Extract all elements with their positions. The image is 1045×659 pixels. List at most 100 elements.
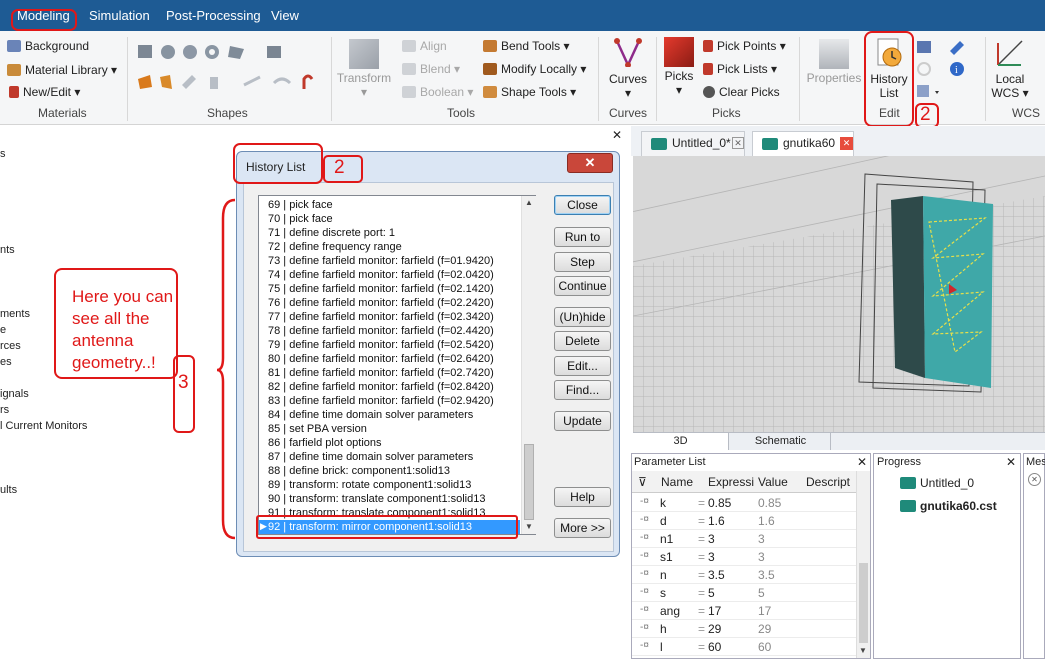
list-item[interactable]: 70 | pick face (268, 212, 520, 226)
menu-post-processing[interactable]: Post-Processing (166, 8, 261, 23)
picks-button[interactable]: Picks ▾ (661, 37, 697, 97)
list-item[interactable]: 89 | transform: rotate component1:solid1… (268, 478, 520, 492)
shapes-icons[interactable] (134, 41, 324, 103)
list-item[interactable]: 80 | define farfield monitor: farfield (… (268, 352, 520, 366)
progress-close-icon[interactable]: ✕ (1006, 455, 1016, 469)
clear-messages-icon[interactable]: ✕ (1028, 473, 1041, 486)
tree-item[interactable]: rces (0, 340, 21, 352)
list-item[interactable]: 85 | set PBA version (268, 422, 520, 436)
properties-button[interactable]: Properties (804, 39, 864, 85)
tree-item[interactable]: ults (0, 484, 17, 496)
tree-item[interactable]: ignals (0, 388, 29, 400)
background-button[interactable]: Background (7, 39, 89, 53)
continue-button[interactable]: Continue (554, 276, 611, 296)
list-item[interactable]: 83 | define farfield monitor: farfield (… (268, 394, 520, 408)
progress-item-gnutika60[interactable]: gnutika60.cst (900, 499, 997, 513)
boolean-button[interactable]: Boolean ▾ (402, 85, 473, 99)
tab-gnutika60[interactable]: gnutika60 ✕ (752, 131, 854, 156)
shape-tools-button[interactable]: Shape Tools ▾ (483, 85, 576, 99)
table-row[interactable]: -¤ k = 0.85 0.85 (632, 494, 856, 512)
blend-button[interactable]: Blend ▾ (402, 62, 460, 76)
update-button[interactable]: Update (554, 411, 611, 431)
list-item[interactable]: 86 | farfield plot options (268, 436, 520, 450)
modify-locally-button[interactable]: Modify Locally ▾ (483, 62, 586, 76)
table-row[interactable]: -¤ s = 5 5 (632, 584, 856, 602)
edit-button[interactable]: Edit... (554, 356, 611, 376)
tree-item[interactable]: l Current Monitors (0, 420, 87, 432)
tree-item[interactable]: ments (0, 308, 30, 320)
list-item[interactable]: 79 | define farfield monitor: farfield (… (268, 338, 520, 352)
tab-3d[interactable]: 3D (633, 433, 729, 450)
list-item[interactable]: 69 | pick face (268, 198, 520, 212)
column-header-value[interactable]: Value (758, 475, 788, 489)
tree-item[interactable]: nts (0, 244, 15, 256)
history-list-scrollbar[interactable]: ▲ ▼ (521, 196, 536, 534)
pick-lists-button[interactable]: Pick Lists ▾ (703, 62, 777, 76)
column-header-name[interactable]: Name (661, 475, 693, 489)
tree-item[interactable]: e (0, 324, 6, 336)
list-item[interactable]: 72 | define frequency range (268, 240, 520, 254)
progress-item-untitled[interactable]: Untitled_0 (900, 476, 974, 490)
scroll-thumb[interactable] (524, 444, 534, 520)
parameter-list-close-icon[interactable]: ✕ (857, 455, 867, 469)
transform-button[interactable]: Transform ▾ (334, 39, 394, 99)
tree-item[interactable]: s (0, 148, 6, 160)
help-button[interactable]: Help (554, 487, 611, 507)
list-item[interactable]: 90 | transform: translate component1:sol… (268, 492, 520, 506)
table-row[interactable]: -¤ l = 60 60 (632, 638, 856, 656)
clear-picks-button[interactable]: Clear Picks (703, 85, 780, 99)
pick-points-button[interactable]: Pick Points ▾ (703, 39, 786, 53)
list-item[interactable]: 88 | define brick: component1:solid13 (268, 464, 520, 478)
list-item[interactable]: 87 | define time domain solver parameter… (268, 450, 520, 464)
tree-close-icon[interactable]: ✕ (612, 128, 622, 142)
material-library-button[interactable]: Material Library ▾ (7, 63, 117, 77)
parameter-scrollbar[interactable]: ▼ (856, 471, 870, 658)
dialog-close-button[interactable]: ✕ (567, 153, 613, 173)
list-item[interactable]: 77 | define farfield monitor: farfield (… (268, 310, 520, 324)
list-item[interactable]: 75 | define farfield monitor: farfield (… (268, 282, 520, 296)
menu-simulation[interactable]: Simulation (89, 8, 150, 23)
curves-button[interactable]: Curves ▾ (606, 37, 650, 100)
scroll-down-icon[interactable]: ▼ (525, 522, 533, 531)
local-wcs-button[interactable]: Local WCS ▾ (990, 37, 1030, 100)
column-header-expression[interactable]: Expressi (708, 475, 754, 489)
column-header-description[interactable]: Descript (806, 475, 850, 489)
list-item[interactable]: 71 | define discrete port: 1 (268, 226, 520, 240)
list-item[interactable]: 84 | define time domain solver parameter… (268, 408, 520, 422)
filter-icon[interactable]: ⊽ (638, 475, 647, 489)
new-edit-material-button[interactable]: New/Edit ▾ (9, 85, 80, 99)
tree-item[interactable]: es (0, 356, 12, 368)
list-item[interactable]: 81 | define farfield monitor: farfield (… (268, 366, 520, 380)
step-button[interactable]: Step (554, 252, 611, 272)
list-item[interactable]: 74 | define farfield monitor: farfield (… (268, 268, 520, 282)
edit-small-icons[interactable] (915, 39, 945, 101)
table-row[interactable]: -¤ n1 = 3 3 (632, 530, 856, 548)
unhide-button[interactable]: (Un)hide (554, 307, 611, 327)
list-item[interactable]: 73 | define farfield monitor: farfield (… (268, 254, 520, 268)
find-button[interactable]: Find... (554, 380, 611, 400)
list-item[interactable]: 82 | define farfield monitor: farfield (… (268, 380, 520, 394)
table-row[interactable]: -¤ ang = 17 17 (632, 602, 856, 620)
tab-untitled[interactable]: Untitled_0* ✕ (641, 131, 745, 156)
history-list[interactable]: 69 | pick face 70 | pick face 71 | defin… (258, 195, 536, 535)
scroll-thumb[interactable] (859, 563, 868, 643)
bend-tools-button[interactable]: Bend Tools ▾ (483, 39, 570, 53)
close-button[interactable]: Close (554, 195, 611, 215)
menu-view[interactable]: View (271, 8, 299, 23)
delete-button[interactable]: Delete (554, 331, 611, 351)
tab-close-icon[interactable]: ✕ (840, 137, 853, 150)
table-row[interactable]: -¤ h = 29 29 (632, 620, 856, 638)
run-to-button[interactable]: Run to (554, 227, 611, 247)
tree-item[interactable]: rs (0, 404, 9, 416)
table-row[interactable]: -¤ d = 1.6 1.6 (632, 512, 856, 530)
table-row[interactable]: -¤ s1 = 3 3 (632, 548, 856, 566)
table-row[interactable]: -¤ n = 3.5 3.5 (632, 566, 856, 584)
extra-icons[interactable]: i (948, 39, 978, 79)
list-item[interactable]: 78 | define farfield monitor: farfield (… (268, 324, 520, 338)
list-item[interactable]: 76 | define farfield monitor: farfield (… (268, 296, 520, 310)
scroll-up-icon[interactable]: ▲ (525, 198, 533, 207)
more-button[interactable]: More >> (554, 518, 611, 538)
align-button[interactable]: Align (402, 39, 447, 53)
tab-schematic[interactable]: Schematic (731, 433, 831, 450)
scroll-down-icon[interactable]: ▼ (859, 646, 867, 655)
